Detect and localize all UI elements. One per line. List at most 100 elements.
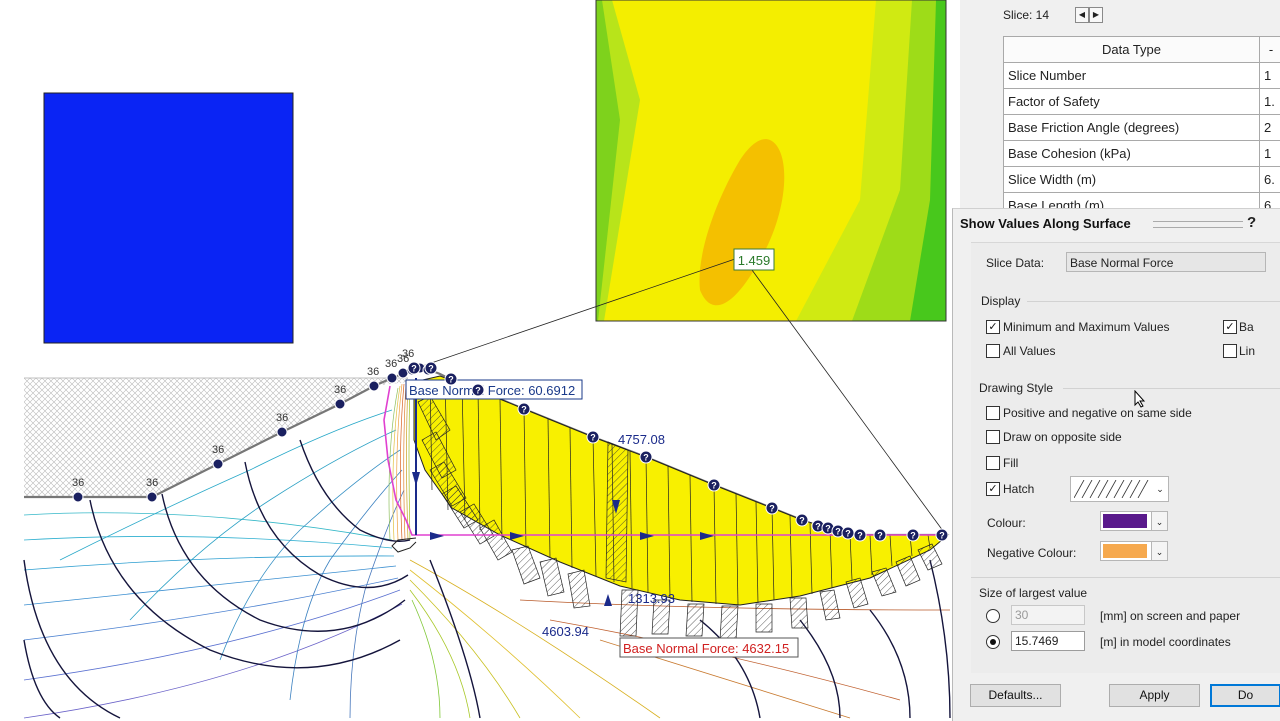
- all-values-checkbox[interactable]: [986, 344, 1000, 358]
- ba-checkbox[interactable]: ✓: [1223, 320, 1237, 334]
- chevron-down-icon: ⌄: [1151, 512, 1167, 531]
- svg-text:?: ?: [769, 504, 775, 514]
- section-divider: [1027, 301, 1280, 302]
- hatch-checkbox[interactable]: ✓: [986, 482, 1000, 496]
- slice-data-table: Data Type - Slice Number1 Factor of Safe…: [1003, 36, 1280, 210]
- section-divider: [971, 577, 1280, 578]
- model-size-input[interactable]: 15.7469: [1011, 631, 1085, 651]
- size-section-title: Size of largest value: [979, 586, 1087, 600]
- negative-colour-label: Negative Colour:: [987, 546, 1076, 560]
- table-row[interactable]: Base Cohesion (kPa)1: [1004, 141, 1280, 167]
- opposite-side-label: Draw on opposite side: [1003, 430, 1122, 444]
- svg-text:?: ?: [521, 405, 527, 415]
- screen-size-input[interactable]: 30: [1011, 605, 1085, 625]
- hatch-pattern-swatch: [1074, 480, 1150, 498]
- table-row[interactable]: Slice Width (m)6.: [1004, 167, 1280, 193]
- force-value-label: 4757.08: [618, 432, 665, 447]
- slice-query-marker[interactable]: ?: [472, 384, 484, 396]
- force-value-label: 1313.93: [628, 591, 675, 606]
- svg-text:?: ?: [428, 364, 434, 374]
- all-values-label: All Values: [1003, 344, 1055, 358]
- pos-neg-checkbox[interactable]: [986, 406, 1000, 420]
- table-header-value: -: [1260, 37, 1280, 63]
- slice-query-marker[interactable]: ?: [640, 451, 652, 463]
- svg-text:?: ?: [825, 524, 831, 534]
- slice-query-marker[interactable]: ?: [907, 529, 919, 541]
- node-label: 36: [72, 477, 84, 489]
- svg-text:?: ?: [877, 531, 883, 541]
- slice-query-marker[interactable]: ?: [587, 431, 599, 443]
- svg-text:?: ?: [910, 531, 916, 541]
- chevron-down-icon: ⌄: [1152, 479, 1168, 499]
- next-slice-button[interactable]: ▶: [1089, 7, 1103, 23]
- dialog-title: Show Values Along Surface: [960, 216, 1131, 231]
- node-label: 36: [385, 358, 397, 370]
- svg-text:?: ?: [411, 364, 417, 374]
- drag-grip[interactable]: [1153, 221, 1243, 228]
- dialog-body: Slice Data: Base Normal Force Display ✓ …: [971, 242, 1280, 673]
- svg-text:?: ?: [835, 527, 841, 537]
- svg-text:?: ?: [643, 453, 649, 463]
- colour-label: Colour:: [987, 516, 1026, 530]
- svg-text:?: ?: [711, 481, 717, 491]
- prev-slice-button[interactable]: ◀: [1075, 7, 1089, 23]
- apply-button[interactable]: Apply: [1109, 684, 1200, 707]
- table-row[interactable]: Base Friction Angle (degrees)2: [1004, 115, 1280, 141]
- slice-query-marker[interactable]: ?: [445, 373, 457, 385]
- screen-size-radio[interactable]: [986, 609, 1000, 623]
- slope-model-view[interactable]: 1.459: [0, 0, 960, 720]
- slice-query-marker[interactable]: ?: [518, 403, 530, 415]
- min-force-label: Base Normal Force: 60.6912: [409, 383, 575, 398]
- slice-query-marker[interactable]: ?: [842, 527, 854, 539]
- min-max-label: Minimum and Maximum Values: [1003, 320, 1170, 334]
- slice-info-panel: Slice: 14 ◀ ▶ Data Type - Slice Number1 …: [960, 0, 1280, 210]
- node-label: 36: [334, 384, 346, 396]
- model-size-radio[interactable]: [986, 635, 1000, 649]
- fill-checkbox[interactable]: [986, 456, 1000, 470]
- section-divider: [1063, 388, 1280, 389]
- node-label: 36: [146, 477, 158, 489]
- slice-data-value: Base Normal Force: [1070, 256, 1173, 270]
- slice-number-label: Slice: 14: [1003, 8, 1049, 22]
- svg-text:?: ?: [815, 522, 821, 532]
- table-header: Data Type: [1004, 37, 1260, 63]
- table-row[interactable]: Slice Number1: [1004, 63, 1280, 89]
- contour-inset: [596, 0, 946, 321]
- svg-text:?: ?: [590, 433, 596, 443]
- slice-data-label: Slice Data:: [986, 256, 1044, 270]
- colour-picker[interactable]: ⌄: [1100, 511, 1168, 531]
- node-label: 36: [212, 444, 224, 456]
- opposite-side-checkbox[interactable]: [986, 430, 1000, 444]
- slice-query-marker[interactable]: ?: [936, 529, 948, 541]
- lin-label: Lin: [1239, 344, 1255, 358]
- mouse-cursor-icon: [1134, 390, 1146, 408]
- slice-query-marker[interactable]: ?: [874, 529, 886, 541]
- done-button[interactable]: Do: [1210, 684, 1280, 707]
- slice-query-marker[interactable]: ?: [766, 502, 778, 514]
- base-normal-force-fill: [414, 376, 948, 605]
- slice-data-select[interactable]: Base Normal Force: [1066, 252, 1266, 272]
- fill-label: Fill: [1003, 456, 1018, 470]
- node-label: 36: [367, 366, 379, 378]
- screen-size-label: [mm] on screen and paper: [1100, 609, 1240, 623]
- min-max-checkbox[interactable]: ✓: [986, 320, 1000, 334]
- contour-tooltip: 1.459: [738, 253, 771, 268]
- slice-query-marker[interactable]: ?: [408, 362, 420, 374]
- max-force-label: Base Normal Force: 4632.15: [623, 641, 789, 656]
- pos-neg-label: Positive and negative on same side: [1003, 406, 1192, 420]
- negative-colour-picker[interactable]: ⌄: [1100, 541, 1168, 561]
- lin-checkbox[interactable]: [1223, 344, 1237, 358]
- help-icon[interactable]: ?: [1247, 214, 1256, 231]
- colour-swatch: [1103, 514, 1147, 528]
- table-row[interactable]: Factor of Safety1.: [1004, 89, 1280, 115]
- slice-query-marker[interactable]: ?: [425, 362, 437, 374]
- slice-query-marker[interactable]: ?: [854, 529, 866, 541]
- slice-query-marker[interactable]: ?: [796, 514, 808, 526]
- negative-colour-swatch: [1103, 544, 1147, 558]
- force-value-label: 4603.94: [542, 624, 589, 639]
- slice-query-marker[interactable]: ?: [708, 479, 720, 491]
- node-label: 36: [402, 348, 414, 360]
- hatch-pattern-select[interactable]: ⌄: [1070, 476, 1169, 502]
- defaults-button[interactable]: Defaults...: [970, 684, 1061, 707]
- svg-text:?: ?: [845, 529, 851, 539]
